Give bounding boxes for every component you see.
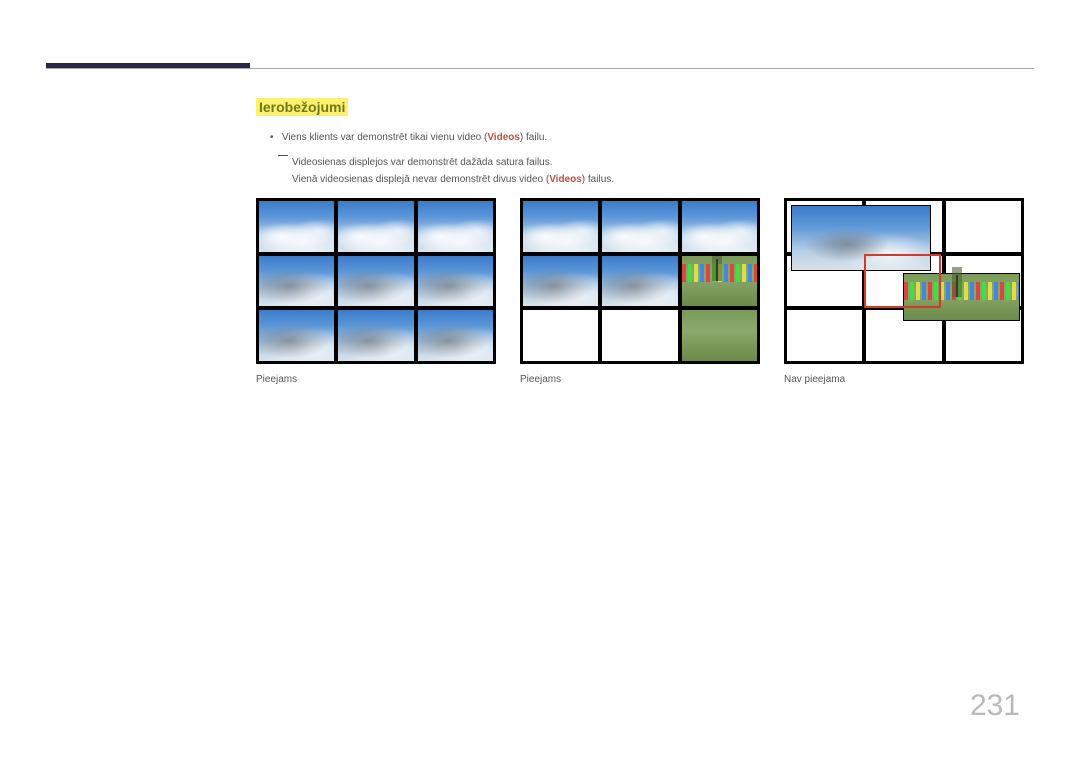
vw-cell — [338, 310, 413, 361]
dash-line1: Videosienas displejos var demonstrēt daž… — [292, 157, 553, 168]
vw-cell — [602, 256, 677, 307]
vw-cell — [338, 256, 413, 307]
bullet-1-text-post: ) failu. — [520, 132, 547, 143]
vw-cell — [787, 310, 862, 361]
figure-1-label: Pieejams — [256, 374, 496, 385]
content-block: Ierobežojumi • Viens klients var demonst… — [256, 98, 1034, 188]
bullet-item-1: • Viens klients var demonstrēt tikai vie… — [270, 130, 1034, 146]
vw-cell — [523, 201, 598, 252]
vw-cell — [682, 256, 757, 307]
vw-cell — [418, 256, 493, 307]
videos-brand-2: Videos — [549, 174, 582, 185]
figure-1: Pieejams — [256, 198, 496, 385]
vw-cell — [946, 201, 1021, 252]
overlay-video-sky — [792, 206, 930, 270]
vw-cell — [338, 201, 413, 252]
videos-brand-1: Videos — [487, 132, 520, 143]
figure-3-label: Nav pieejama — [784, 374, 1024, 385]
dash-line2-pre: Vienā videosienas displejā nevar demonst… — [292, 174, 549, 185]
videowall-grid-2 — [520, 198, 760, 364]
vw-cell — [259, 201, 334, 252]
vw-cell — [259, 256, 334, 307]
section-heading: Ierobežojumi — [256, 98, 348, 116]
figure-row: Pieejams Pieejams — [256, 198, 1024, 385]
figure-2: Pieejams — [520, 198, 760, 385]
dash-marker — [278, 155, 288, 156]
vw-cell — [259, 310, 334, 361]
page-number: 231 — [970, 689, 1020, 723]
figure-3: Nav pieejama — [784, 198, 1024, 385]
videowall-grid-3 — [784, 198, 1024, 364]
vw-cell — [682, 310, 757, 361]
vw-cell — [602, 201, 677, 252]
dash-item: Videosienas displejos var demonstrēt daž… — [292, 154, 1034, 188]
dash-line2-post: ) failus. — [582, 174, 614, 185]
figure-2-label: Pieejams — [520, 374, 760, 385]
overlay-video-grass — [904, 274, 1019, 320]
videowall-grid-1 — [256, 198, 496, 364]
vw-cell — [418, 201, 493, 252]
vw-cell — [602, 310, 677, 361]
header-divider — [46, 68, 1034, 69]
vw-cell — [682, 201, 757, 252]
vw-cell — [523, 310, 598, 361]
vw-cell — [523, 256, 598, 307]
vw-cell — [418, 310, 493, 361]
bullet-1-text-pre: Viens klients var demonstrēt tikai vienu… — [282, 132, 487, 143]
